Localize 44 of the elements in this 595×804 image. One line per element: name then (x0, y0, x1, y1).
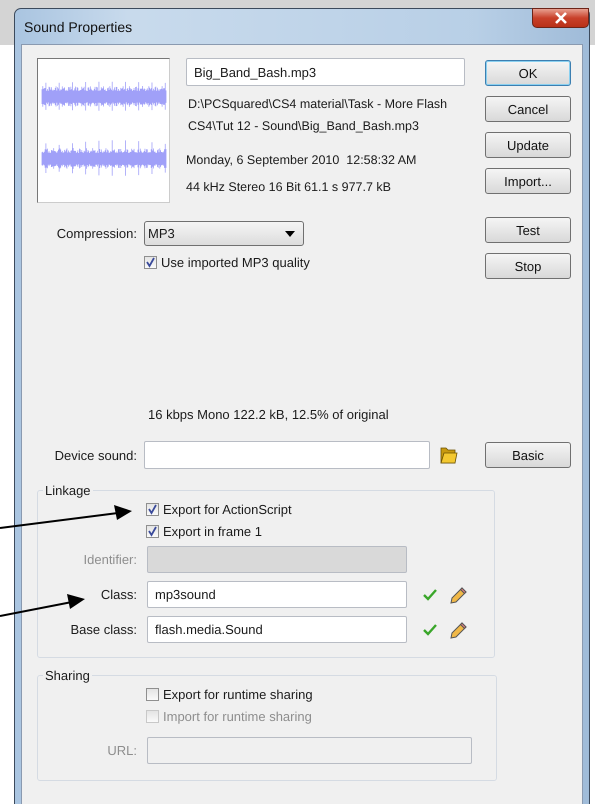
device-sound-field[interactable] (144, 441, 430, 469)
field-label: URL: (106, 743, 137, 758)
dialog-button[interactable]: OK (485, 60, 571, 86)
checkbox-label: Use imported MP3 quality (161, 255, 310, 270)
checkbox-label: Export in frame 1 (163, 524, 262, 538)
pencil-icon[interactable] (450, 586, 468, 604)
dropdown-arrow-icon (285, 230, 295, 236)
input-field[interactable] (147, 737, 472, 764)
file-name-field[interactable]: Big_Band_Bash.mp3 (186, 58, 465, 86)
group-title: Linkage (44, 483, 92, 498)
field-label: Class: (100, 587, 137, 602)
file-format-text: 44 kHz Stereo 16 Bit 61.1 s 977.7 kB (186, 179, 392, 196)
input-field[interactable]: mp3sound (147, 581, 407, 608)
field-label: Identifier: (82, 552, 137, 567)
checkbox-label: Export for ActionScript (163, 502, 292, 516)
device-sound-label: Device sound: (54, 448, 137, 462)
preview-button[interactable]: Test (485, 217, 571, 243)
checkbox[interactable] (144, 256, 157, 269)
compression-dropdown[interactable]: MP3 (144, 221, 304, 246)
checkbox-label: Export for runtime sharing (163, 686, 313, 702)
compression-info-text: 16 kbps Mono 122.2 kB, 12.5% of original (148, 407, 389, 422)
compression-label: Compression: (56, 226, 137, 241)
checkbox[interactable] (146, 502, 159, 516)
file-date-text: Monday, 6 September 2010 12:58:32 AM (186, 152, 418, 169)
preview-button[interactable]: Stop (485, 253, 571, 279)
pencil-icon[interactable] (450, 620, 468, 638)
dialog-button[interactable]: Update (485, 132, 571, 158)
file-path-text: CS4\Tut 12 - Sound\Big_Band_Bash.mp3 (188, 118, 420, 135)
dialog-button[interactable]: Import... (485, 168, 571, 194)
check-icon[interactable] (423, 588, 437, 600)
checkbox-label: Import for runtime sharing (163, 708, 312, 724)
window-title: Sound Properties (24, 18, 132, 34)
basic-button[interactable]: Basic (485, 442, 571, 468)
field-label: Base class: (70, 622, 137, 637)
checkbox[interactable] (146, 688, 159, 700)
close-icon (554, 12, 568, 24)
dialog-button[interactable]: Cancel (485, 96, 571, 122)
input-field[interactable] (147, 546, 407, 573)
input-field[interactable]: flash.media.Sound (147, 616, 407, 643)
close-button[interactable] (532, 8, 589, 28)
checkbox[interactable] (146, 524, 159, 538)
group-title: Sharing (44, 668, 91, 683)
check-icon[interactable] (423, 624, 437, 636)
file-path-text: D:\PCSquared\CS4 material\Task - More Flash (188, 96, 448, 113)
